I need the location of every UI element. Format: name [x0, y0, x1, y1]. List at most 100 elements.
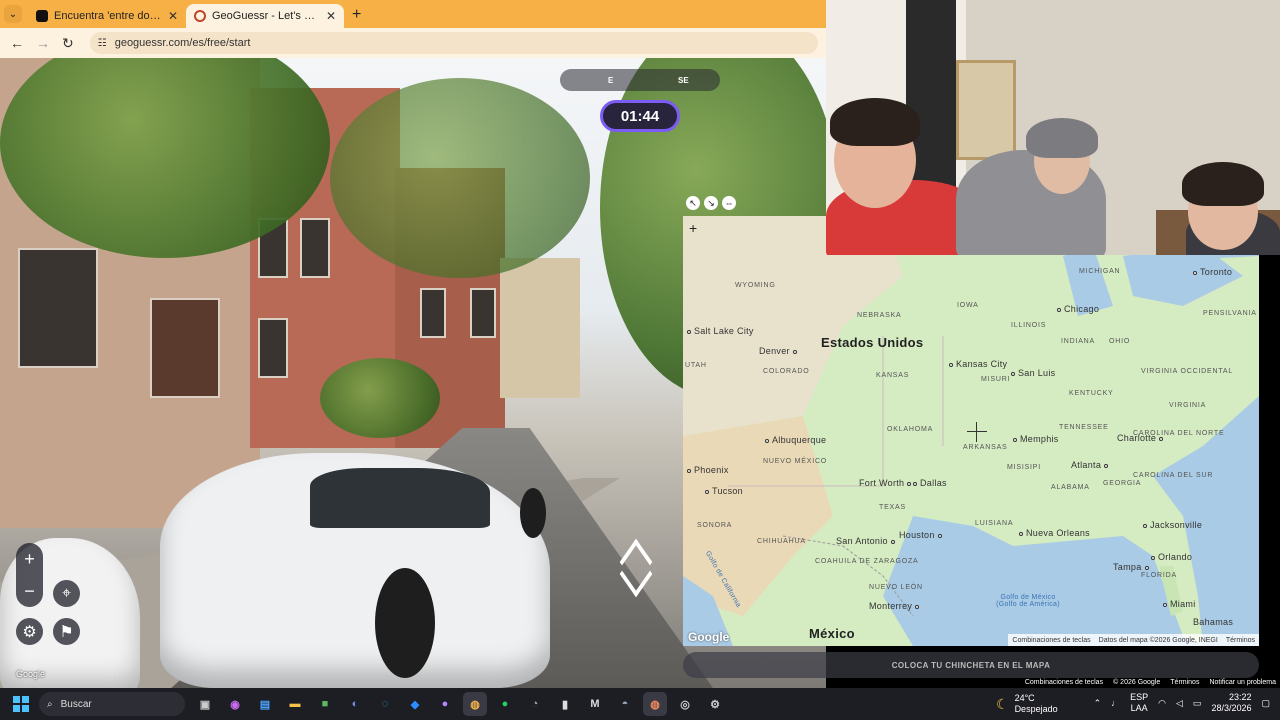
google-logo: Google	[688, 630, 730, 644]
file-icon[interactable]: ▣	[193, 692, 217, 716]
zoom-in-button[interactable]: +	[24, 549, 35, 570]
pin-map-icon[interactable]: ⇔	[722, 196, 736, 210]
state-label: MICHIGAN	[1079, 268, 1121, 275]
map-size-controls: ↖ ↘ ⇔	[686, 196, 736, 210]
guess-map[interactable]: + Estados Unidos México DEL SUR WYOMING …	[683, 216, 1259, 646]
settings-icon[interactable]: ⚙	[16, 618, 43, 645]
shrub	[320, 358, 440, 438]
street-view-attribution: Combinaciones de teclas © 2026 Google Té…	[1025, 679, 1276, 688]
discord-icon[interactable]: ◐	[343, 692, 367, 716]
settings-icon[interactable]: ⚙	[703, 692, 727, 716]
new-tab-button[interactable]: +	[344, 6, 369, 28]
notifications-icon[interactable]: ▢	[1261, 698, 1270, 709]
taskbar-search[interactable]: ⌕ Buscar	[39, 692, 185, 716]
chevron-up-icon[interactable]: ⌃	[1094, 698, 1102, 709]
vscode-icon[interactable]: ◆	[403, 692, 427, 716]
volume-icon[interactable]: ◁	[1176, 698, 1183, 709]
city-label: Denver	[759, 346, 800, 356]
battery-icon[interactable]: ▭	[1193, 698, 1202, 709]
copilot-icon[interactable]: ◉	[223, 692, 247, 716]
forward-icon[interactable]: →	[36, 35, 50, 51]
expand-map-icon[interactable]: ↖	[686, 196, 700, 210]
sv-attr-shortcuts[interactable]: Combinaciones de teclas	[1025, 679, 1103, 688]
state-label: NUEVO MÉXICO	[763, 458, 828, 465]
weather-widget[interactable]: ☾ 24°C Despejado	[996, 693, 1058, 715]
wifi-icon[interactable]: ◠	[1158, 698, 1166, 709]
url-field[interactable]: ☷ geoguessr.com/es/free/start	[89, 32, 818, 54]
person-3-hair	[1182, 162, 1264, 206]
tab-tiktok[interactable]: Encuentra 'entre dos bancos' en ✕	[28, 4, 186, 28]
m-icon[interactable]: M	[583, 692, 607, 716]
guess-button[interactable]: COLOCA TU CHINCHETA EN EL MAPA	[683, 652, 1259, 678]
steam-icon[interactable]: ◔	[523, 692, 547, 716]
window	[258, 318, 288, 378]
weather-temp: 24°C	[1014, 693, 1035, 703]
taskbar-apps: ▣ ◉ ▤ ▬ ■ ◐ ◌ ◆ ● ◍ ● ◔ ▮ M ◓ ◍ ◎ ⚙	[193, 692, 727, 716]
tab-search-button[interactable]: ⌄	[4, 5, 22, 23]
car-windshield	[310, 468, 490, 528]
city-label: San Antonio	[836, 536, 898, 546]
state-label: PENSILVANIA	[1203, 310, 1257, 317]
state-label: NUEVO LEÓN	[869, 584, 923, 591]
language-indicator[interactable]: ESP LAA	[1130, 692, 1148, 714]
date: 28/3/2026	[1211, 703, 1252, 713]
city-label: San Luis	[1011, 368, 1055, 378]
city-label: Dallas	[913, 478, 947, 488]
city-label: Monterrey	[869, 601, 922, 611]
site-info-icon[interactable]: ☷	[98, 38, 107, 49]
sv-attr-report[interactable]: Notificar un problema	[1209, 679, 1276, 688]
clock[interactable]: 23:22 28/3/2026	[1211, 692, 1251, 714]
sv-attr-copyright: © 2026 Google	[1113, 679, 1161, 686]
time: 23:22	[1228, 692, 1252, 702]
folder-icon[interactable]: ▬	[283, 692, 307, 716]
city-label: Nueva Orleans	[1019, 528, 1090, 538]
webcam-overlay	[826, 0, 1280, 255]
state-label: ARKANSAS	[963, 444, 1008, 451]
chrome-icon[interactable]: ◍	[463, 692, 487, 716]
close-icon[interactable]: ✕	[168, 9, 178, 23]
epic-icon[interactable]: ▮	[553, 692, 577, 716]
zoom-out-button[interactable]: −	[24, 581, 35, 602]
city-label: Salt Lake City	[687, 326, 754, 336]
state-label: KANSAS	[876, 372, 910, 379]
city-label: Bahamas	[1193, 617, 1234, 627]
country-label-mexico: México	[809, 626, 855, 641]
state-label: OHIO	[1109, 338, 1131, 345]
map-attr-terms[interactable]: Términos	[1226, 637, 1255, 644]
spotify-icon[interactable]: ●	[493, 692, 517, 716]
return-to-start-icon[interactable]: ⌖	[53, 580, 80, 607]
city-label: Phoenix	[687, 465, 729, 475]
map-zoom-in[interactable]: +	[689, 221, 701, 235]
url-text: geoguessr.com/es/free/start	[114, 37, 251, 49]
state-label: NEBRASKA	[857, 312, 902, 319]
flag-icon[interactable]: ⚑	[53, 618, 80, 645]
mic-icon[interactable]: ♩	[1111, 698, 1120, 708]
state-label: VIRGINIA OCCIDENTAL	[1141, 368, 1234, 375]
obs-icon[interactable]: ◎	[673, 692, 697, 716]
tab-title: GeoGuessr - Let's explore the w	[212, 10, 320, 22]
back-icon[interactable]: ←	[10, 35, 24, 51]
windows-start-icon[interactable]	[13, 696, 29, 712]
store-icon[interactable]: ▤	[253, 692, 277, 716]
state-label: ILLINOIS	[1011, 322, 1047, 329]
minecraft-icon[interactable]: ■	[313, 692, 337, 716]
github-icon[interactable]: ●	[433, 692, 457, 716]
taskbar: ⌕ Buscar ▣ ◉ ▤ ▬ ■ ◐ ◌ ◆ ● ◍ ● ◔ ▮ M ◓ ◍…	[0, 688, 1280, 720]
edge-icon[interactable]: ◌	[373, 692, 397, 716]
map-attr-shortcuts[interactable]: Combinaciones de teclas	[1012, 637, 1090, 644]
reload-icon[interactable]: ↻	[62, 35, 74, 52]
chrome2-icon[interactable]: ◍	[643, 692, 667, 716]
window	[420, 288, 446, 338]
close-icon[interactable]: ✕	[326, 9, 336, 23]
city-label: Orlando	[1151, 552, 1192, 562]
person-1-hair	[830, 98, 920, 146]
shrink-map-icon[interactable]: ↘	[704, 196, 718, 210]
steam2-icon[interactable]: ◓	[613, 692, 637, 716]
city-label: Charlotte	[1117, 433, 1166, 443]
state-label: FLORIDA	[1141, 572, 1177, 579]
state-label: INDIANA	[1061, 338, 1095, 345]
city-label: Fort Worth	[859, 478, 914, 488]
tab-geoguessr[interactable]: GeoGuessr - Let's explore the w ✕	[186, 4, 344, 28]
geoguessr-icon	[194, 10, 206, 22]
sv-attr-terms[interactable]: Términos	[1170, 679, 1199, 688]
